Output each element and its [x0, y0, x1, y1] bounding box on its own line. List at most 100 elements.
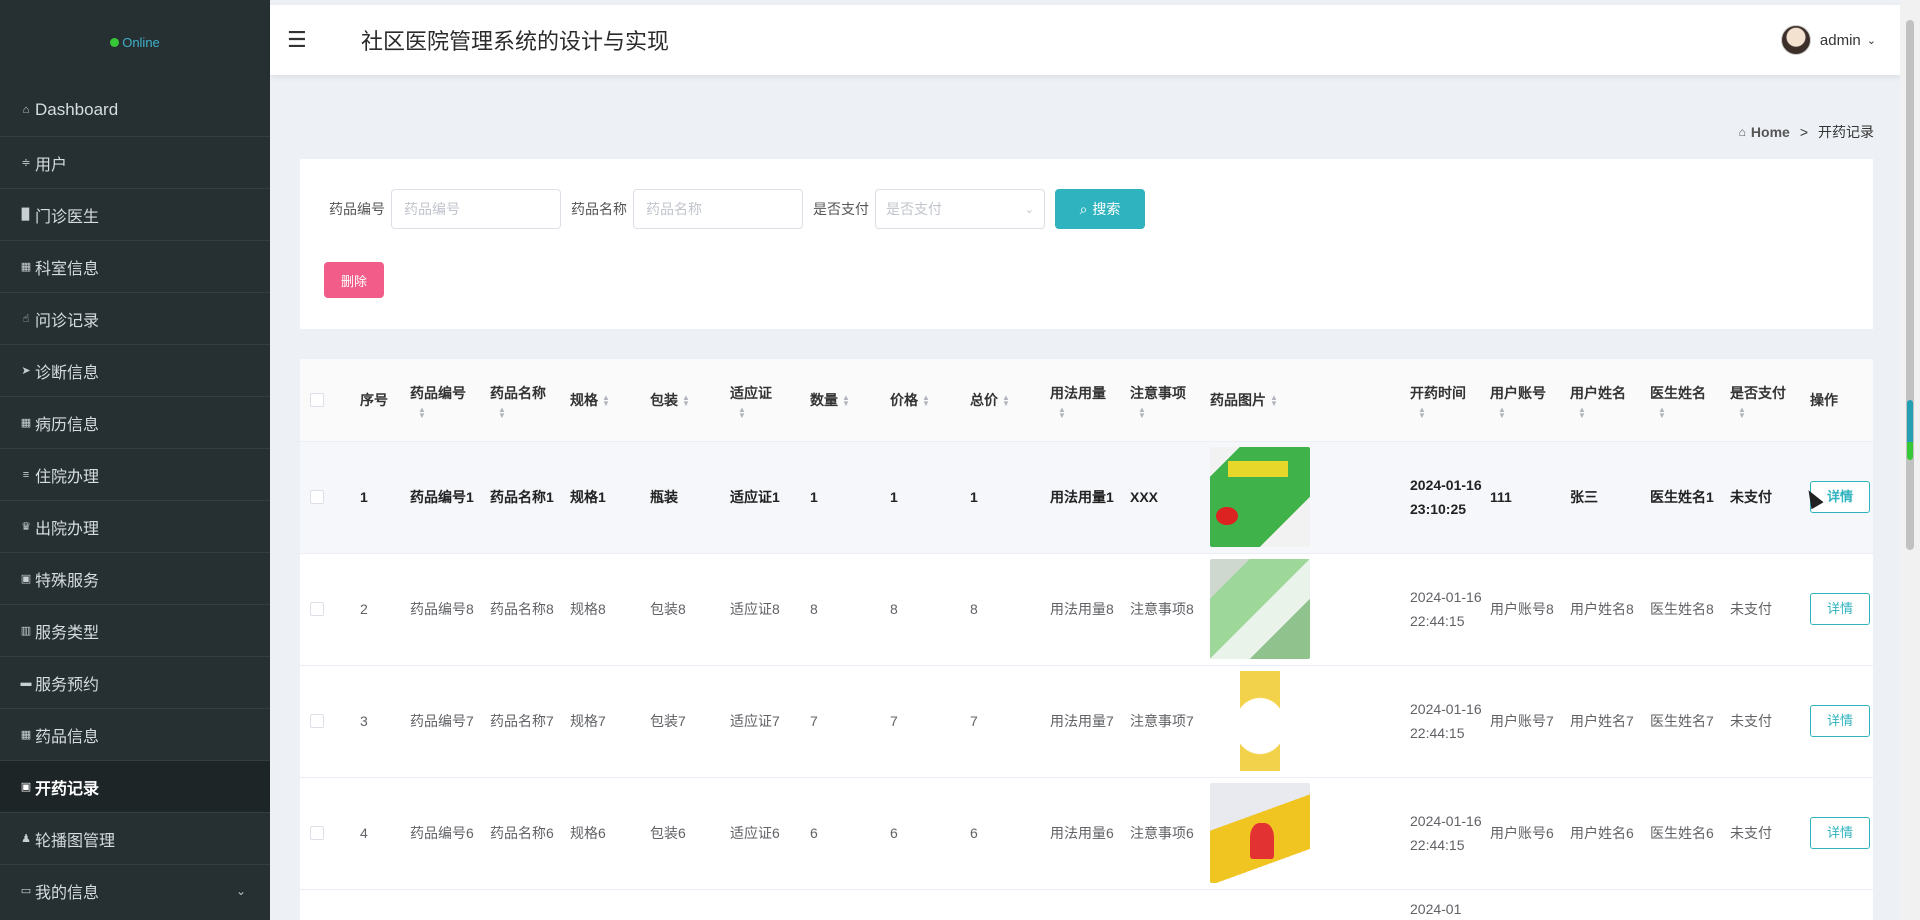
drug-code-placeholder: 药品编号 — [404, 201, 460, 217]
sidebar-item-medical-records[interactable]: ▦ 病历信息 — [0, 396, 270, 448]
scrollbar-thumb[interactable] — [1906, 20, 1914, 550]
online-dot-icon — [110, 37, 120, 47]
cell-pack: 包装8 — [650, 553, 730, 666]
sort-icon[interactable]: ▲ ▼ — [1002, 394, 1010, 408]
header-qty[interactable]: 数量 ▲ ▼ — [810, 359, 890, 442]
delete-button[interactable]: 删除 — [324, 262, 384, 298]
cell-doctor: 医生姓名6 — [1650, 777, 1730, 890]
cell-total: 8 — [970, 553, 1050, 666]
drug-code-input[interactable]: 药品编号 — [391, 189, 561, 229]
header-name[interactable]: 药品名称 ▲ ▼ — [490, 359, 570, 442]
sidebar-item-admission[interactable]: ≡ 住院办理 — [0, 448, 270, 500]
header-doctor-label: 医生姓名 — [1650, 384, 1706, 401]
drug-image — [1210, 783, 1310, 883]
sort-icon[interactable]: ▲ ▼ — [738, 405, 806, 419]
detail-button[interactable]: 详情 — [1810, 817, 1870, 849]
partial-cell — [300, 889, 360, 920]
table-row[interactable]: 2 药品编号8 药品名称8 规格8 包装8 适应证8 8 8 8 用法用量8 注意事项8 2024-0… — [300, 553, 1873, 666]
menu-toggle-icon[interactable]: ☰ — [287, 27, 313, 53]
sidebar-item-prescriptions[interactable]: ▣ 开药记录 — [0, 760, 270, 812]
cell-paid: 未支付 — [1730, 777, 1810, 890]
row-checkbox[interactable] — [310, 714, 324, 728]
table-row[interactable]: 3 药品编号7 药品名称7 规格7 包装7 适应证7 7 7 7 用法用量7 注意事项7 2024-0… — [300, 665, 1873, 778]
sidebar-item-departments[interactable]: ▦ 科室信息 — [0, 240, 270, 292]
sort-icon[interactable]: ▲ ▼ — [418, 405, 486, 419]
header-notes[interactable]: 注意事项 ▲ ▼ — [1130, 359, 1210, 442]
search-button-label: 搜索 — [1092, 201, 1121, 217]
header-doctor[interactable]: 医生姓名 ▲ ▼ — [1650, 359, 1730, 442]
partial-cell — [650, 889, 730, 920]
sidebar-item-consultations[interactable]: ☝ 问诊记录 — [0, 292, 270, 344]
cell-total: 6 — [970, 777, 1050, 890]
cell-seq: 1 — [360, 441, 410, 554]
sidebar-item-label: 科室信息 — [35, 260, 100, 278]
header-paid[interactable]: 是否支付 ▲ ▼ — [1730, 359, 1810, 442]
drug-image — [1210, 559, 1310, 659]
sort-icon[interactable]: ▲ ▼ — [1658, 405, 1726, 419]
drug-name-input[interactable]: 药品名称 — [633, 189, 803, 229]
sidebar-item-label: 病历信息 — [35, 416, 100, 434]
monitor-icon: ▬ — [20, 676, 32, 689]
paid-select[interactable]: 是否支付 ⌄ — [875, 189, 1045, 229]
header-username[interactable]: 用户姓名 ▲ ▼ — [1570, 359, 1650, 442]
sort-icon[interactable]: ▲ ▼ — [1418, 405, 1486, 419]
header-spec[interactable]: 规格 ▲ ▼ — [570, 359, 650, 442]
header-indication[interactable]: 适应证 ▲ ▼ — [730, 359, 810, 442]
sidebar-item-special-services[interactable]: ▣ 特殊服务 — [0, 552, 270, 604]
sort-icon[interactable]: ▲ ▼ — [1138, 405, 1206, 419]
header-usage[interactable]: 用法用量 ▲ ▼ — [1050, 359, 1130, 442]
sidebar-item-dashboard[interactable]: ⌂ Dashboard — [0, 84, 270, 136]
detail-button[interactable]: 详情 — [1810, 593, 1870, 625]
sidebar-item-drug-info[interactable]: ▦ 药品信息 — [0, 708, 270, 760]
sort-icon[interactable]: ▲ ▼ — [922, 394, 930, 408]
table-row[interactable]: 2024-01 — [300, 889, 1873, 920]
sidebar-item-my-info[interactable]: ▭ 我的信息 ⌄ — [0, 864, 270, 916]
sidebar-item-service-types[interactable]: ▥ 服务类型 — [0, 604, 270, 656]
row-checkbox[interactable] — [310, 490, 324, 504]
table-row[interactable]: 1 药品编号1 药品名称1 规格1 瓶装 适应证1 1 1 1 用法用量1 XXX 2024-01-1… — [300, 441, 1873, 554]
sort-icon[interactable]: ▲ ▼ — [1738, 405, 1806, 419]
sort-icon[interactable]: ▲ ▼ — [842, 394, 850, 408]
header-image[interactable]: 药品图片 ▲ ▼ — [1210, 359, 1410, 442]
header-price[interactable]: 价格 ▲ ▼ — [890, 359, 970, 442]
sidebar-item-label: 开药记录 — [35, 780, 100, 798]
table-row[interactable]: 4 药品编号6 药品名称6 规格6 包装6 适应证6 6 6 6 用法用量6 注意事项6 2024-0… — [300, 777, 1873, 890]
user-menu[interactable]: admin ⌄ — [1780, 25, 1876, 55]
sidebar-item-diagnoses[interactable]: ➤ 诊断信息 — [0, 344, 270, 396]
sort-icon[interactable]: ▲ ▼ — [1578, 405, 1646, 419]
header-account[interactable]: 用户账号 ▲ ▼ — [1490, 359, 1570, 442]
row-checkbox[interactable] — [310, 826, 324, 840]
sidebar-item-label: 服务类型 — [35, 624, 100, 642]
sort-icon[interactable]: ▲ ▼ — [498, 405, 566, 419]
sort-icon[interactable]: ▲ ▼ — [602, 394, 610, 408]
sidebar-item-carousel[interactable]: ♟ 轮播图管理 — [0, 812, 270, 864]
header-pack[interactable]: 包装 ▲ ▼ — [650, 359, 730, 442]
page-scrollbar[interactable] — [1900, 0, 1920, 920]
cell-username: 用户姓名6 — [1570, 777, 1650, 890]
sort-icon[interactable]: ▲ ▼ — [1058, 405, 1126, 419]
row-checkbox[interactable] — [310, 602, 324, 616]
select-all-checkbox[interactable] — [310, 392, 324, 407]
cell-time: 2024-01-16 22:44:15 — [1410, 665, 1490, 778]
partial-cell — [970, 889, 1050, 920]
cell-seq: 4 — [360, 777, 410, 890]
sidebar-item-outpatient-doctors[interactable]: ▉ 门诊医生 — [0, 188, 270, 240]
sort-icon[interactable]: ▲ ▼ — [682, 394, 690, 408]
header-price-label: 价格 — [890, 391, 918, 408]
sort-icon[interactable]: ▲ ▼ — [1498, 405, 1566, 419]
cell-time: 2024-01-16 23:10:25 — [1410, 441, 1490, 554]
detail-button[interactable]: 详情 — [1810, 705, 1870, 737]
header-code[interactable]: 药品编号 ▲ ▼ — [410, 359, 490, 442]
search-button[interactable]: ⌕ 搜索 — [1055, 189, 1145, 229]
header-notes-label: 注意事项 — [1130, 384, 1186, 401]
sort-icon[interactable]: ▲ ▼ — [1270, 394, 1278, 408]
cell-usage: 用法用量6 — [1050, 777, 1130, 890]
cell-usage: 用法用量1 — [1050, 441, 1130, 554]
sidebar-item-users[interactable]: ≑ 用户 — [0, 136, 270, 188]
header-total[interactable]: 总价 ▲ ▼ — [970, 359, 1050, 442]
sidebar-item-discharge[interactable]: ♛ 出院办理 — [0, 500, 270, 552]
sidebar-item-label: 门诊医生 — [35, 208, 100, 226]
sidebar-item-service-booking[interactable]: ▬ 服务预约 — [0, 656, 270, 708]
header-time[interactable]: 开药时间 ▲ ▼ — [1410, 359, 1490, 442]
breadcrumb-home[interactable]: ⌂ Home — [1739, 124, 1790, 140]
